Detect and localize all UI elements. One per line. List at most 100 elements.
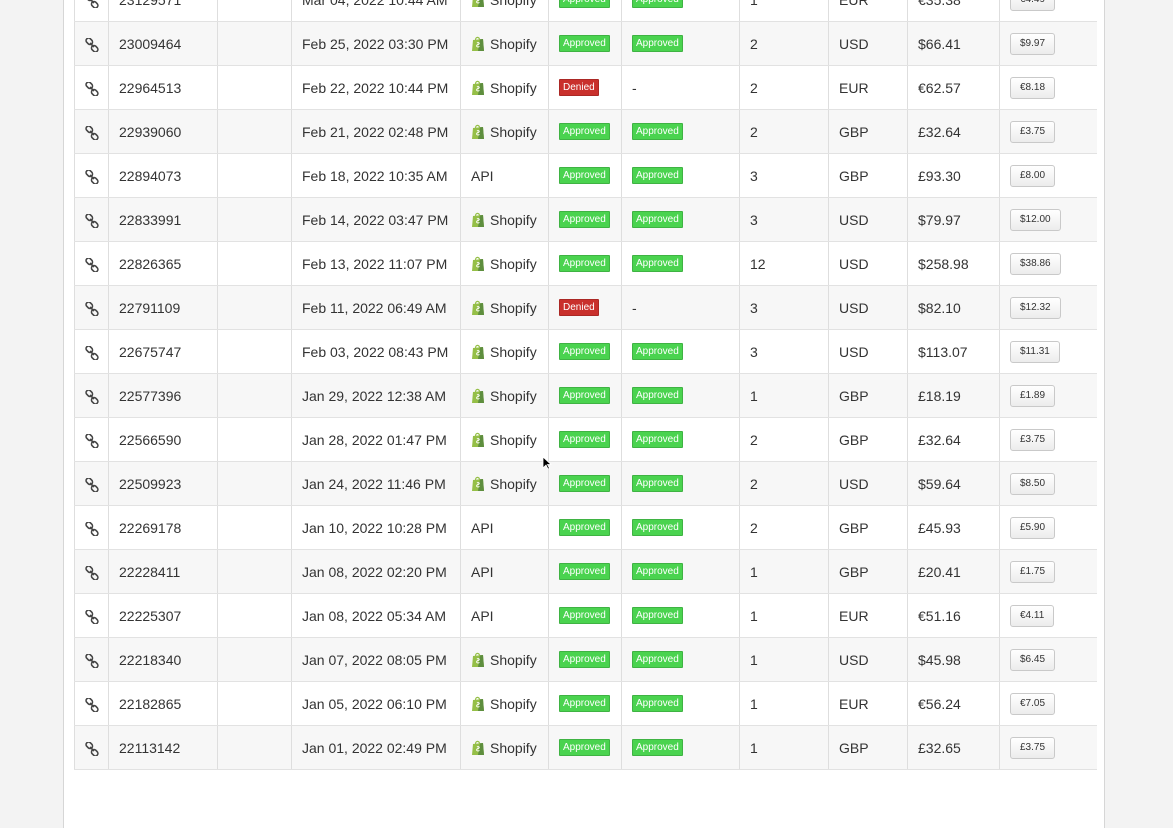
channel-cell: Shopify — [460, 725, 549, 770]
row-link-cell[interactable] — [74, 153, 109, 198]
link-icon[interactable] — [84, 739, 99, 756]
fee-button[interactable]: $38.86 — [1010, 252, 1061, 275]
fee-button[interactable]: £1.89 — [1010, 384, 1056, 407]
fee-button[interactable]: €4.49 — [1010, 0, 1056, 11]
row-link-cell[interactable] — [74, 0, 109, 22]
status-cell: Approved — [548, 197, 622, 242]
currency: GBP — [828, 505, 908, 550]
row-link-cell[interactable] — [74, 197, 109, 242]
row-link-cell[interactable] — [74, 505, 109, 550]
fee-button[interactable]: €8.18 — [1010, 76, 1056, 99]
row-link-cell[interactable] — [74, 417, 109, 462]
row-link-cell[interactable] — [74, 285, 109, 330]
shopify-bag-icon — [471, 432, 490, 448]
status-badge: Approved — [559, 343, 610, 361]
order-date: Feb 13, 2022 11:07 PM — [291, 241, 461, 286]
status-badge: Approved — [632, 475, 683, 493]
order-total: $258.98 — [907, 241, 1000, 286]
status-cell: Approved — [548, 21, 622, 66]
row-link-cell[interactable] — [74, 109, 109, 154]
link-icon[interactable] — [84, 343, 99, 360]
order-id: 22791109 — [108, 285, 218, 330]
row-link-cell[interactable] — [74, 65, 109, 110]
status-badge: Approved — [632, 607, 683, 625]
fee-button[interactable]: £1.75 — [1010, 560, 1056, 583]
status-badge: Approved — [632, 651, 683, 669]
status-cell: Approved — [548, 461, 622, 506]
fee-button[interactable]: $8.50 — [1010, 472, 1056, 495]
link-icon[interactable] — [84, 475, 99, 492]
order-total: $66.41 — [907, 21, 1000, 66]
fee-button[interactable]: $9.97 — [1010, 32, 1056, 55]
row-link-cell[interactable] — [74, 637, 109, 682]
orders-table: 23129571 Mar 04, 2022 10:44 AM Shopify Appr… — [74, 0, 1097, 770]
channel-label: Shopify — [490, 388, 537, 404]
fee-cell: €7.05 — [999, 681, 1097, 726]
row-link-cell[interactable] — [74, 329, 109, 374]
fee-button[interactable]: £8.00 — [1010, 164, 1056, 187]
status-badge: Approved — [632, 431, 683, 449]
empty-status: - — [632, 79, 637, 96]
currency: GBP — [828, 725, 908, 770]
order-id: 22894073 — [108, 153, 218, 198]
link-icon[interactable] — [84, 607, 99, 624]
order-date: Jan 08, 2022 05:34 AM — [291, 593, 461, 638]
fee-cell: €8.18 — [999, 65, 1097, 110]
row-link-cell[interactable] — [74, 241, 109, 286]
fee-button[interactable]: $12.32 — [1010, 296, 1061, 319]
link-icon[interactable] — [84, 431, 99, 448]
table-row: 22182865 Jan 05, 2022 06:10 PM Shopify Appr… — [74, 681, 1097, 726]
channel-label: Shopify — [490, 256, 537, 272]
status2-cell: Approved — [621, 241, 740, 286]
link-icon[interactable] — [84, 255, 99, 272]
row-link-cell[interactable] — [74, 549, 109, 594]
link-icon[interactable] — [84, 35, 99, 52]
currency: EUR — [828, 65, 908, 110]
status-badge: Approved — [632, 739, 683, 757]
fee-button[interactable]: $12.00 — [1010, 208, 1061, 231]
status2-cell: Approved — [621, 681, 740, 726]
link-icon[interactable] — [84, 0, 99, 8]
link-icon[interactable] — [84, 695, 99, 712]
link-icon[interactable] — [84, 299, 99, 316]
row-link-cell[interactable] — [74, 681, 109, 726]
link-icon[interactable] — [84, 167, 99, 184]
fee-cell: $38.86 — [999, 241, 1097, 286]
row-link-cell[interactable] — [74, 725, 109, 770]
currency: GBP — [828, 417, 908, 462]
link-icon[interactable] — [84, 519, 99, 536]
fee-button[interactable]: £3.75 — [1010, 120, 1056, 143]
blank-cell — [217, 549, 292, 594]
link-icon[interactable] — [84, 79, 99, 96]
fee-button[interactable]: £5.90 — [1010, 516, 1056, 539]
shopify-bag-icon — [471, 740, 490, 756]
fee-button[interactable]: £3.75 — [1010, 736, 1056, 759]
order-id: 22113142 — [108, 725, 218, 770]
blank-cell — [217, 21, 292, 66]
row-link-cell[interactable] — [74, 461, 109, 506]
row-link-cell[interactable] — [74, 21, 109, 66]
channel-cell: Shopify — [460, 637, 549, 682]
row-link-cell[interactable] — [74, 593, 109, 638]
channel-cell: Shopify — [460, 373, 549, 418]
order-total: £32.64 — [907, 109, 1000, 154]
link-icon[interactable] — [84, 211, 99, 228]
status2-cell: Approved — [621, 109, 740, 154]
quantity: 1 — [739, 0, 829, 22]
table-row: 22939060 Feb 21, 2022 02:48 PM Shopify Appr… — [74, 109, 1097, 154]
channel-cell: API — [460, 505, 549, 550]
fee-button[interactable]: £3.75 — [1010, 428, 1056, 451]
fee-button[interactable]: $11.31 — [1010, 340, 1060, 363]
link-icon[interactable] — [84, 563, 99, 580]
row-link-cell[interactable] — [74, 373, 109, 418]
status-cell: Approved — [548, 109, 622, 154]
link-icon[interactable] — [84, 651, 99, 668]
fee-button[interactable]: $6.45 — [1010, 648, 1056, 671]
order-total: £32.64 — [907, 417, 1000, 462]
fee-button[interactable]: €7.05 — [1010, 692, 1056, 715]
fee-button[interactable]: €4.11 — [1010, 604, 1055, 627]
status2-cell: - — [621, 65, 740, 110]
link-icon[interactable] — [84, 123, 99, 140]
status-badge: Approved — [559, 255, 610, 273]
link-icon[interactable] — [84, 387, 99, 404]
